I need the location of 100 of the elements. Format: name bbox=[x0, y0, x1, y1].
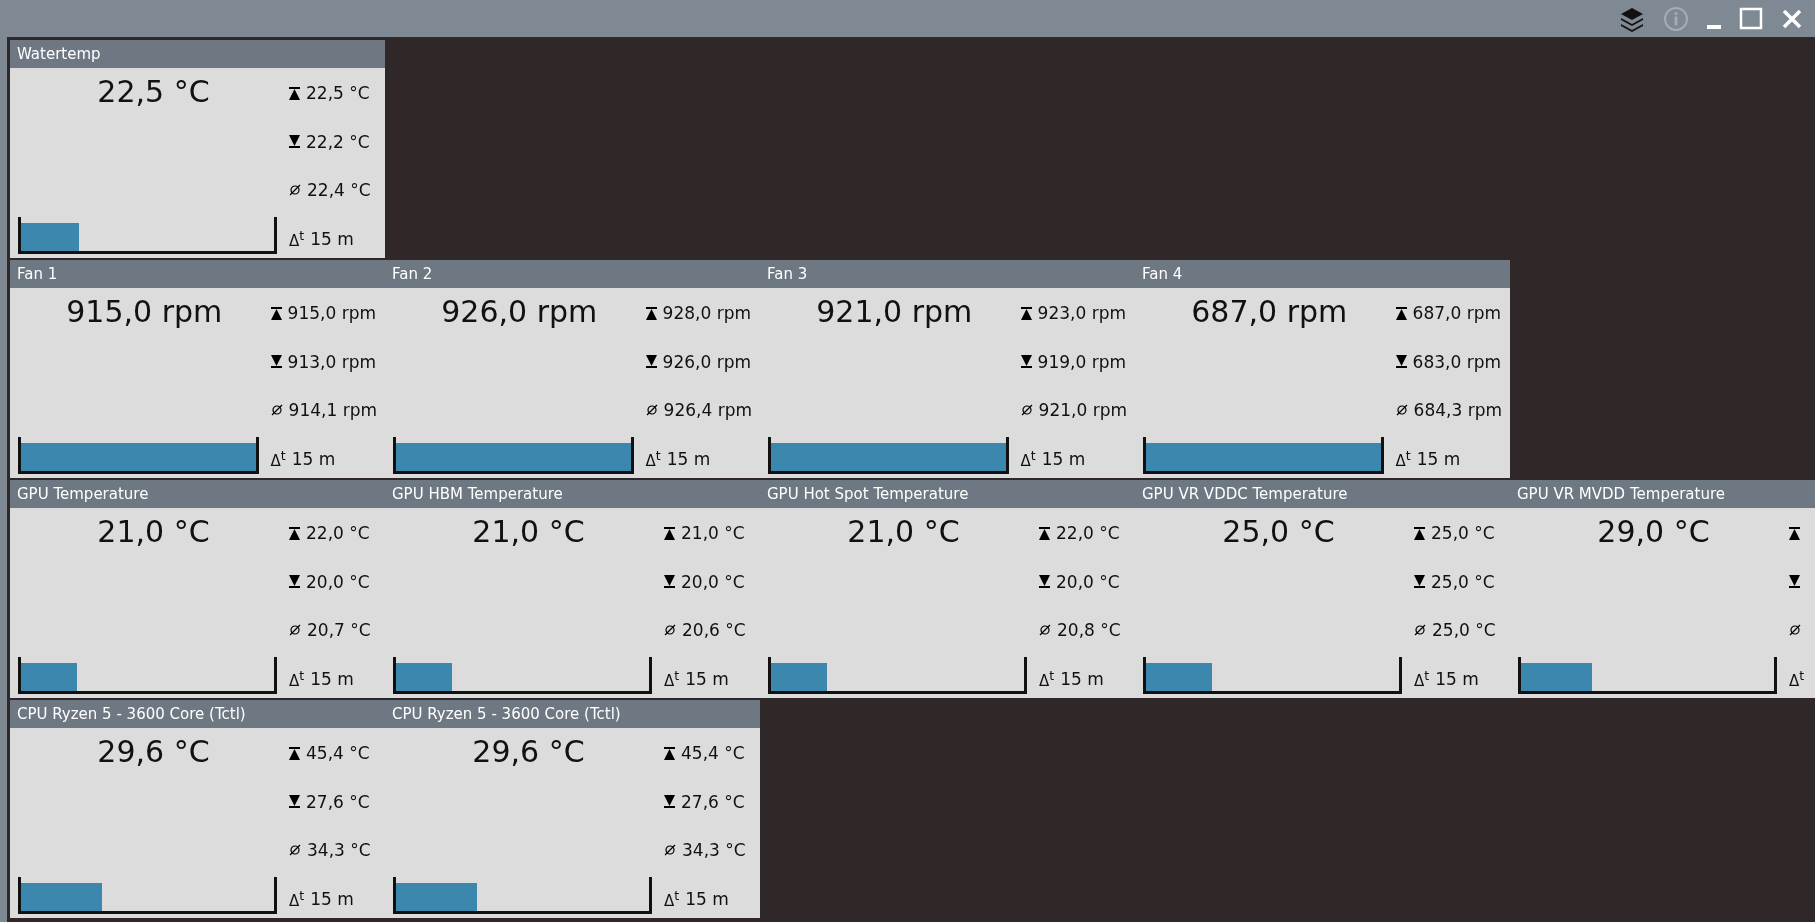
stat-value: 15 m bbox=[1435, 668, 1479, 689]
stat-value: 22,0 °C bbox=[306, 523, 370, 543]
minimum-icon bbox=[645, 355, 657, 369]
stat-value: 20,7 °C bbox=[307, 620, 371, 641]
sensor-title: Watertemp bbox=[17, 45, 101, 63]
average-icon bbox=[270, 404, 283, 417]
time-span-label: Δ$^{t}$ bbox=[1414, 667, 1430, 690]
stat-value: 684,3 rpm bbox=[1413, 400, 1502, 421]
minimum-icon bbox=[289, 575, 300, 589]
time-span-label: Δ$^{t}$ bbox=[664, 667, 680, 690]
sensor-title: GPU Hot Spot Temperature bbox=[767, 485, 969, 503]
sensor-value: 21,0 °C bbox=[96, 513, 211, 549]
sensor-value: 926,0 rpm bbox=[440, 293, 599, 329]
stat-value: 921,0 rpm bbox=[1038, 400, 1127, 421]
sensor-value: 921,0 rpm bbox=[815, 293, 974, 329]
average-icon bbox=[664, 844, 676, 857]
sensor-value: 25,0 °C bbox=[1221, 513, 1336, 549]
stat-value: 27,6 °C bbox=[306, 791, 370, 812]
stat-value: 15 m bbox=[310, 888, 354, 909]
stat-value: 34,3 °C bbox=[682, 840, 746, 861]
stat-value: 915,0 rpm bbox=[287, 303, 376, 323]
stat-value: 15 m bbox=[1060, 668, 1104, 689]
minimum-icon bbox=[1020, 355, 1032, 369]
stat-value: 687,0 rpm bbox=[1412, 303, 1501, 323]
average-icon bbox=[289, 624, 301, 637]
minimum-icon bbox=[664, 575, 675, 589]
sensor-value: 21,0 °C bbox=[846, 513, 961, 549]
minimize-icon bbox=[1707, 24, 1721, 29]
maximum-icon bbox=[1395, 306, 1407, 320]
time-span-label: Δ$^{t}$ bbox=[1020, 447, 1036, 470]
stat-value: 914,1 rpm bbox=[288, 400, 377, 421]
sensor-value: 687,0 rpm bbox=[1190, 293, 1349, 329]
sensor-title: GPU VR MVDD Temperature bbox=[1517, 485, 1725, 503]
info-icon bbox=[1663, 5, 1689, 32]
minimum-icon bbox=[289, 795, 300, 809]
time-span-label: Δ$^{t}$ bbox=[289, 667, 305, 690]
stat-value: 15 m bbox=[310, 668, 354, 689]
sensor-value: 29,6 °C bbox=[96, 733, 211, 769]
average-icon bbox=[289, 844, 301, 857]
stat-value: 22,2 °C bbox=[306, 131, 370, 152]
stat-value: 22,0 °C bbox=[1056, 523, 1120, 543]
stat-value: 928,0 rpm bbox=[662, 303, 751, 323]
average-icon bbox=[289, 184, 301, 197]
stat-value: 20,0 °C bbox=[1056, 571, 1120, 592]
layers-icon bbox=[1619, 5, 1645, 32]
average-icon bbox=[664, 624, 676, 637]
stat-value: 22,4 °C bbox=[307, 180, 371, 201]
sensor-title: Fan 1 bbox=[17, 265, 58, 283]
stat-value: 20,8 °C bbox=[1057, 620, 1121, 641]
stat-value: 926,0 rpm bbox=[662, 351, 751, 372]
sensor-value: 22,5 °C bbox=[96, 73, 211, 109]
sensor-value: 29,0 °C bbox=[1596, 513, 1711, 549]
stat-value: 25,0 °C bbox=[1432, 620, 1496, 641]
minimum-icon bbox=[1414, 575, 1425, 589]
maximum-icon bbox=[270, 306, 282, 320]
maximize-icon bbox=[1739, 6, 1763, 31]
stat-value: 913,0 rpm bbox=[287, 351, 376, 372]
stat-value: 15 m bbox=[291, 448, 336, 469]
sensor-value: 29,6 °C bbox=[471, 733, 586, 769]
sensor-title: CPU Ryzen 5 - 3600 Core (Tctl) bbox=[17, 705, 246, 723]
average-icon bbox=[1414, 624, 1426, 637]
sensor-title: GPU Temperature bbox=[17, 485, 149, 503]
minimum-icon bbox=[1039, 575, 1050, 589]
stat-value: 45,4 °C bbox=[681, 743, 745, 763]
stat-value: 15 m bbox=[1041, 448, 1086, 469]
minimum-icon bbox=[270, 355, 282, 369]
minimum-icon bbox=[664, 795, 675, 809]
sensor-title: GPU HBM Temperature bbox=[392, 485, 563, 503]
stat-value: 20,6 °C bbox=[682, 620, 746, 641]
average-icon bbox=[645, 404, 658, 417]
maximum-icon bbox=[1039, 526, 1050, 540]
average-icon bbox=[1395, 404, 1408, 417]
maximum-icon bbox=[289, 86, 300, 100]
maximum-icon bbox=[664, 526, 675, 540]
time-span-label: Δ$^{t}$ bbox=[1395, 447, 1411, 470]
sensor-value: 21,0 °C bbox=[471, 513, 586, 549]
sensor-title: Fan 4 bbox=[1142, 265, 1183, 283]
time-span-label: Δ$^{t}$ bbox=[645, 447, 661, 470]
sensor-title: Fan 2 bbox=[392, 265, 433, 283]
sensor-title: Fan 3 bbox=[767, 265, 808, 283]
stat-value: 15 m bbox=[685, 668, 729, 689]
sensor-title: CPU Ryzen 5 - 3600 Core (Tctl) bbox=[392, 705, 621, 723]
maximum-icon bbox=[1020, 306, 1032, 320]
stat-value: 21,0 °C bbox=[681, 523, 745, 543]
maximum-icon bbox=[1789, 526, 1800, 540]
stat-value: 27,6 °C bbox=[681, 791, 745, 812]
stat-value: 15 m bbox=[666, 448, 711, 469]
stat-value: 926,4 rpm bbox=[663, 400, 752, 421]
average-icon bbox=[1020, 404, 1033, 417]
time-span-label: Δ$^{t}$ bbox=[270, 447, 286, 470]
maximum-icon bbox=[289, 526, 300, 540]
time-span-label: Δ$^{t}$ bbox=[289, 887, 305, 910]
stat-value: 683,0 rpm bbox=[1412, 351, 1501, 372]
close-icon bbox=[1781, 7, 1803, 30]
stat-value: 20,0 °C bbox=[681, 571, 745, 592]
average-icon bbox=[1039, 624, 1051, 637]
stat-value: 923,0 rpm bbox=[1037, 303, 1126, 323]
minimum-icon bbox=[1395, 355, 1407, 369]
stat-value: 15 m bbox=[310, 228, 354, 249]
minimum-icon bbox=[289, 135, 300, 149]
